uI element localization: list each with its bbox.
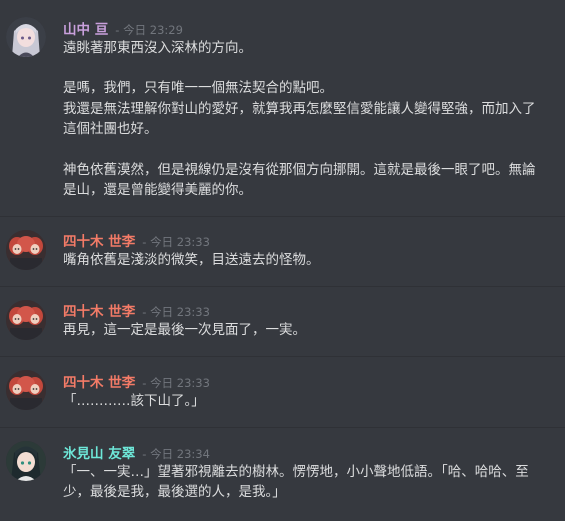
timestamp: - 今日 23:33: [142, 305, 210, 319]
avatar[interactable]: [6, 17, 46, 57]
avatar[interactable]: [6, 370, 46, 410]
timestamp: - 今日 23:33: [142, 235, 210, 249]
message-header: 四十木 世李 - 今日 23:33: [63, 374, 210, 391]
author-name[interactable]: 山中 亘: [63, 22, 108, 38]
timestamp: - 今日 23:33: [142, 376, 210, 390]
message-line: 這個社團也好。: [63, 121, 158, 137]
silver-hair-girl-avatar-icon: [6, 17, 46, 57]
red-hair-chibi-avatar-icon: [6, 230, 46, 270]
message-header: 四十木 世李 - 今日 23:33: [63, 233, 210, 250]
message-line: 「一、一実…」望著邪視離去的樹林。愣愣地，小小聲地低語。「哈、哈哈、至: [63, 464, 529, 480]
avatar[interactable]: [6, 300, 46, 340]
divider: [0, 216, 565, 217]
divider: [0, 286, 565, 287]
message-line: 少，最後是我，最後選的人，是我。」: [63, 484, 286, 500]
timestamp: - 今日 23:29: [115, 23, 183, 37]
author-name[interactable]: 四十木 世李: [63, 304, 135, 320]
message-line: 嘴角依舊是淺淡的微笑，目送遠去的怪物。: [63, 252, 320, 268]
message-line: 神色依舊漠然，但是視線仍是沒有從那個方向挪開。這就是最後一眼了吧。無論: [63, 162, 536, 178]
author-name[interactable]: 四十木 世李: [63, 234, 135, 250]
avatar[interactable]: [6, 441, 46, 481]
message-line: 是山，還是曾能變得美麗的你。: [63, 182, 252, 198]
author-name[interactable]: 四十木 世李: [63, 375, 135, 391]
message-line: 再見，這一定是最後一次見面了，一実。: [63, 322, 306, 338]
message-line: 遠眺著那東西沒入深林的方向。: [63, 40, 252, 56]
divider: [0, 427, 565, 428]
chat-log: 山中 亘 - 今日 23:29 遠眺著那東西沒入深林的方向。 是嗎，我們，只有唯…: [0, 0, 565, 521]
message-line: 我還是無法理解你對山的愛好，就算我再怎麼堅信愛能讓人變得堅強，而加入了: [63, 101, 536, 117]
message-header: 山中 亘 - 今日 23:29: [63, 21, 183, 38]
divider: [0, 356, 565, 357]
timestamp: - 今日 23:34: [142, 447, 210, 461]
message-line: 是嗎，我們，只有唯一一個無法契合的點吧。: [63, 80, 333, 96]
message-header: 四十木 世李 - 今日 23:33: [63, 303, 210, 320]
avatar[interactable]: [6, 230, 46, 270]
dark-hair-boy-avatar-icon: [6, 441, 46, 481]
message-line: 「…………該下山了。」: [63, 393, 205, 409]
red-hair-chibi-avatar-icon: [6, 300, 46, 340]
author-name[interactable]: 氷見山 友翠: [63, 446, 135, 462]
message-header: 氷見山 友翠 - 今日 23:34: [63, 445, 210, 462]
red-hair-chibi-avatar-icon: [6, 370, 46, 410]
